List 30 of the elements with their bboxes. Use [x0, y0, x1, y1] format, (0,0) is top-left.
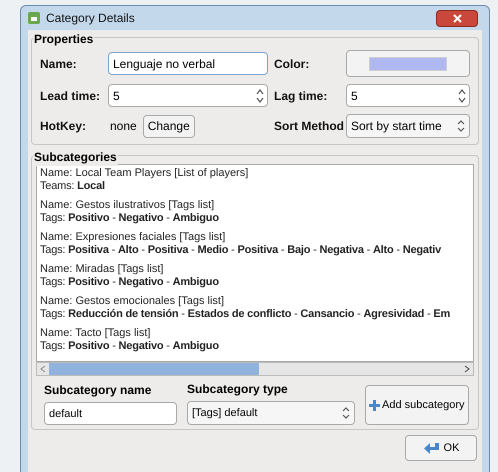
field-label: Name: [40, 56, 78, 72]
hotkey-value: none [109, 118, 137, 135]
ok-button[interactable]: OK [405, 435, 477, 461]
subcategory-name[interactable]: Name: Gestos ilustrativos [Tags list] [40, 199, 473, 212]
subcategory-name[interactable]: Name: Local Team Players [List of players] [40, 167, 473, 180]
subcategory-tags: Teams: Local [40, 180, 473, 193]
window-title: Category Details [46, 10, 136, 26]
add-subcategory-button[interactable]: Add subcategory [365, 385, 469, 425]
subcategory-name[interactable]: Name: Tacto [Tags list] [40, 327, 473, 340]
subcategory-tags: Tags: Reducción de tensión - Estados de conflicto - Cansancio - Agresividad - Em [40, 308, 473, 321]
field-label: Subcategory type [187, 381, 289, 398]
field-label: HotKey: [40, 118, 88, 135]
subcategory-tags: Tags: Positiva - Alto - Positiva - Medio - Positiva - Bajo - Negativa - Alto - Negativ [40, 244, 473, 257]
subcategory-name[interactable]: Name: Expresiones faciales [Tags list] [40, 231, 473, 244]
subcategory-tags: Tags: Positivo - Negativo - Ambiguo [40, 276, 473, 289]
subcategory-name-field[interactable]: default [44, 402, 177, 425]
subcategory-tags: Tags: Positivo - Negativo - Ambiguo [40, 340, 473, 353]
subcategory-tags: Tags: Positivo - Negativo - Ambiguo [40, 212, 473, 225]
subcategory-name[interactable]: Name: Gestos emocionales [Tags list] [40, 295, 473, 308]
spin-field[interactable]: 5 [108, 84, 268, 107]
field-label: Subcategory name [44, 382, 152, 399]
field-label: Color: [274, 56, 310, 72]
subcategory-type-dropdown[interactable]: [Tags] default [187, 401, 355, 425]
field-label: Lag time: [274, 88, 328, 104]
sort-dropdown[interactable]: Sort by start time [346, 114, 470, 138]
field-label: Lead time: [40, 88, 102, 104]
spin-field[interactable]: 5 [346, 84, 470, 107]
change-button[interactable]: Change [142, 114, 195, 138]
name-field[interactable]: Lenguaje no verbal [108, 52, 268, 75]
subcategory-name[interactable]: Name: Miradas [Tags list] [40, 263, 473, 276]
